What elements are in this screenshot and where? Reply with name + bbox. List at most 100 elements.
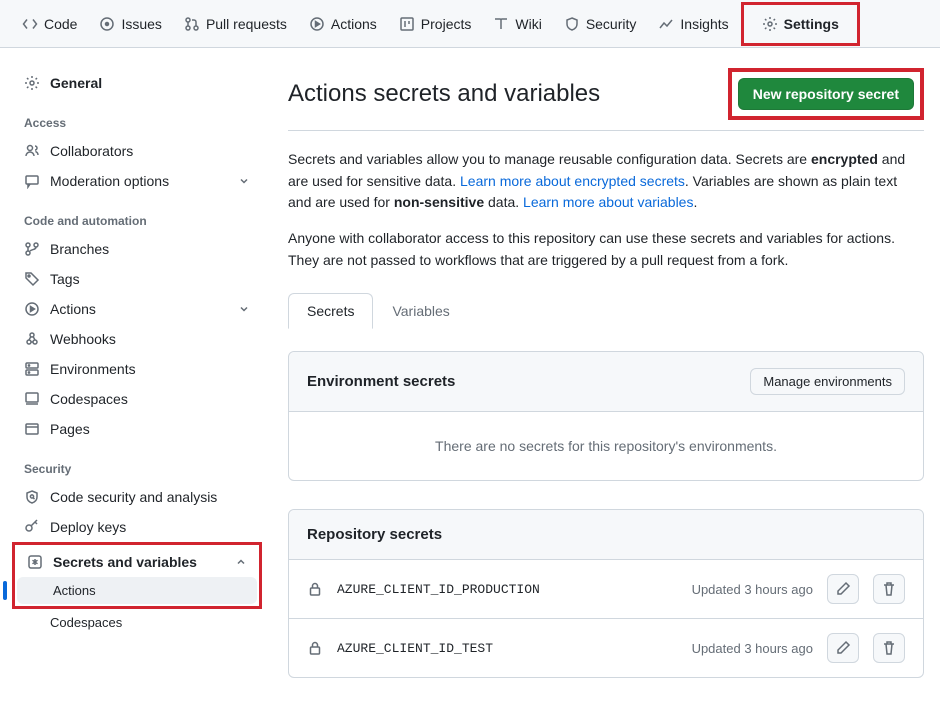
sidebar-group-access: Access [14,98,260,136]
main-content: Actions secrets and variables New reposi… [272,48,940,726]
box-title: Environment secrets [307,373,455,390]
sidebar-item-label: Deploy keys [50,519,126,535]
tab-insights[interactable]: Insights [648,9,738,39]
tab-actions[interactable]: Actions [299,9,387,39]
branch-icon [24,241,40,257]
tab-settings[interactable]: Settings [752,9,849,39]
sidebar-group-code: Code and automation [14,196,260,234]
tab-label: Projects [421,16,472,32]
page-title: Actions secrets and variables [288,80,600,108]
box-header: Environment secrets Manage environments [289,352,923,412]
highlight-settings-tab: Settings [741,2,860,46]
shield-search-icon [24,489,40,505]
sidebar-item-label: Moderation options [50,173,169,189]
sidebar-item-secrets-variables[interactable]: Secrets and variables [17,547,257,577]
tab-projects[interactable]: Projects [389,9,482,39]
sidebar-item-label: Codespaces [50,391,128,407]
delete-secret-button[interactable] [873,633,905,663]
environment-secrets-box: Environment secrets Manage environments … [288,351,924,481]
repo-top-nav: Code Issues Pull requests Actions Projec… [0,0,940,48]
webhook-icon [24,331,40,347]
sidebar-item-tags[interactable]: Tags [14,264,260,294]
sidebar-subitem-codespaces[interactable]: Codespaces [14,609,260,636]
lock-icon [307,581,323,597]
secret-name: AZURE_CLIENT_ID_TEST [337,641,678,656]
sidebar-subitem-label: Actions [53,583,96,598]
lock-icon [307,640,323,656]
comment-icon [24,173,40,189]
gear-icon [762,16,778,32]
link-encrypted-secrets[interactable]: Learn more about encrypted secrets [460,173,685,189]
sidebar-item-codesecurity[interactable]: Code security and analysis [14,482,260,512]
box-title: Repository secrets [307,526,442,543]
sidebar-item-deploykeys[interactable]: Deploy keys [14,512,260,542]
sidebar-item-codespaces[interactable]: Codespaces [14,384,260,414]
issues-icon [99,16,115,32]
sidebar-subitem-actions[interactable]: Actions [17,577,257,604]
empty-environments-message: There are no secrets for this repository… [289,412,923,480]
sidebar-item-label: Collaborators [50,143,133,159]
server-icon [24,361,40,377]
tab-label: Actions [331,16,377,32]
tab-label: Insights [680,16,728,32]
active-indicator [3,581,7,600]
tab-issues[interactable]: Issues [89,9,171,39]
graph-icon [658,16,674,32]
edit-secret-button[interactable] [827,574,859,604]
secret-row: AZURE_CLIENT_ID_PRODUCTION Updated 3 hou… [289,560,923,619]
sidebar-item-label: Branches [50,241,109,257]
secret-row: AZURE_CLIENT_ID_TEST Updated 3 hours ago [289,619,923,677]
tab-label: Settings [784,16,839,32]
sidebar-item-label: General [50,75,102,91]
code-icon [22,16,38,32]
sidebar-item-label: Tags [50,271,80,287]
delete-secret-button[interactable] [873,574,905,604]
tab-label: Wiki [515,16,541,32]
sidebar-item-branches[interactable]: Branches [14,234,260,264]
sidebar-item-environments[interactable]: Environments [14,354,260,384]
tab-label: Code [44,16,77,32]
highlight-new-secret-btn: New repository secret [728,68,924,120]
chevron-up-icon [235,556,247,568]
edit-secret-button[interactable] [827,633,859,663]
pullrequest-icon [184,16,200,32]
tab-label: Security [586,16,637,32]
secret-updated: Updated 3 hours ago [692,641,813,656]
secret-updated: Updated 3 hours ago [692,582,813,597]
sidebar-item-actions[interactable]: Actions [14,294,260,324]
sidebar-item-moderation[interactable]: Moderation options [14,166,260,196]
tab-label: Issues [121,16,161,32]
sidebar-item-label: Secrets and variables [53,554,197,570]
people-icon [24,143,40,159]
tab-wiki[interactable]: Wiki [483,9,551,39]
sidebar-item-webhooks[interactable]: Webhooks [14,324,260,354]
sidebar-item-collaborators[interactable]: Collaborators [14,136,260,166]
browser-icon [24,421,40,437]
shield-icon [564,16,580,32]
tab-code[interactable]: Code [12,9,87,39]
chevron-down-icon [238,175,250,187]
sidebar-item-general[interactable]: General [14,68,260,98]
new-repository-secret-button[interactable]: New repository secret [738,78,914,110]
sidebar-item-label: Code security and analysis [50,489,217,505]
sidebar-item-label: Actions [50,301,96,317]
tag-icon [24,271,40,287]
book-icon [493,16,509,32]
sidebar-group-security: Security [14,444,260,482]
key-icon [24,519,40,535]
gear-icon [24,75,40,91]
asterisk-icon [27,554,43,570]
link-variables[interactable]: Learn more about variables [523,194,693,210]
sidebar-item-pages[interactable]: Pages [14,414,260,444]
tab-pullrequests[interactable]: Pull requests [174,9,297,39]
tab-security[interactable]: Security [554,9,647,39]
play-icon [309,16,325,32]
tab-variables[interactable]: Variables [373,293,468,329]
box-header: Repository secrets [289,510,923,560]
sidebar-item-label: Environments [50,361,136,377]
tab-secrets[interactable]: Secrets [288,293,373,329]
codespaces-icon [24,391,40,407]
manage-environments-button[interactable]: Manage environments [750,368,905,395]
tab-label: Pull requests [206,16,287,32]
play-icon [24,301,40,317]
